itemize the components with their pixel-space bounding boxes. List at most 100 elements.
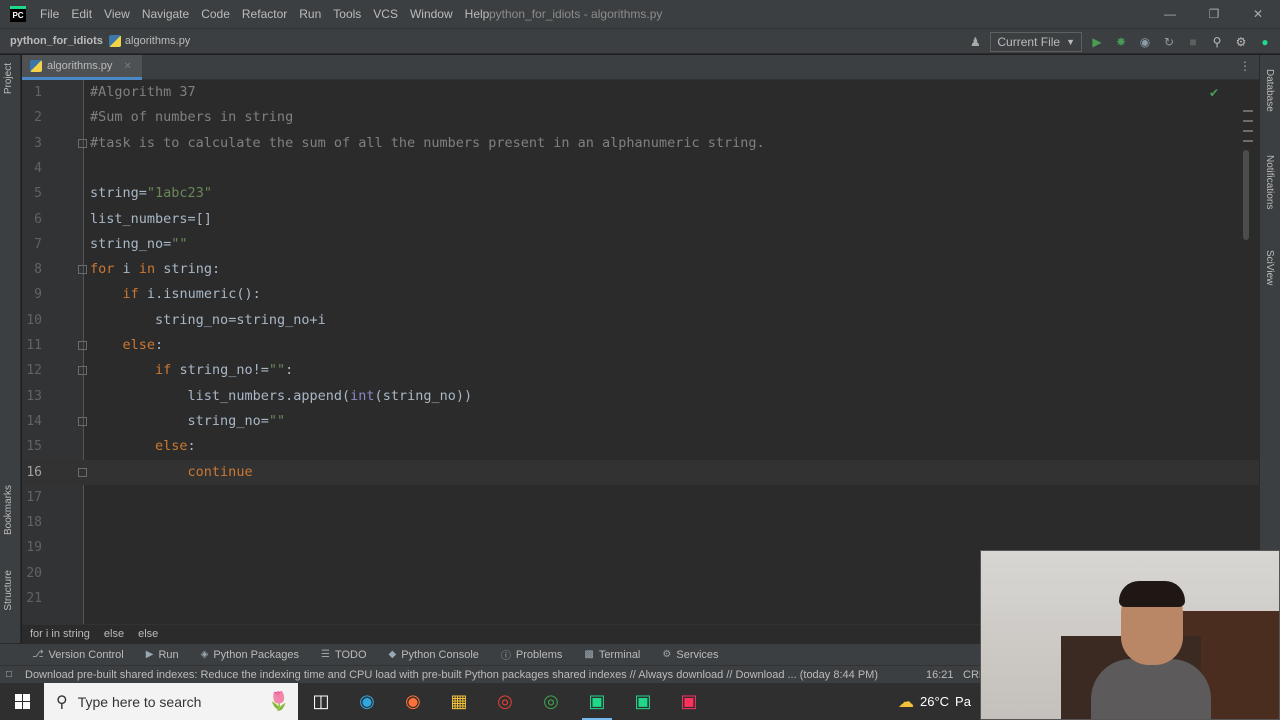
todo-button[interactable]: ☰ TODO: [309, 649, 377, 661]
code-editor[interactable]: 1 #Algorithm 37 2 #Sum of numbers in string…: [22, 80, 1259, 624]
run-config-label: Current File: [997, 34, 1061, 49]
breadcrumb-item[interactable]: for i in string: [30, 628, 90, 640]
menu-tools[interactable]: Tools: [327, 0, 367, 28]
notifications-tool-button[interactable]: Notifications: [1264, 155, 1275, 209]
scroll-marker: [1243, 110, 1253, 112]
file-explorer-icon[interactable]: ▦: [436, 683, 482, 720]
app-taskbar-icon[interactable]: ▣: [666, 683, 712, 720]
version-control-button[interactable]: ⎇ Version Control: [0, 649, 134, 661]
breadcrumb-item[interactable]: else: [104, 628, 124, 640]
structure-tool-button[interactable]: Structure: [3, 570, 14, 611]
weather-icon[interactable]: ☁: [898, 692, 914, 712]
clion-taskbar-icon[interactable]: ▣: [620, 683, 666, 720]
status-message[interactable]: Download pre-built shared indexes: Reduc…: [0, 669, 890, 681]
code-line[interactable]: 3 #task is to calculate the sum of all th…: [22, 131, 1259, 156]
firefox-icon[interactable]: ◉: [390, 683, 436, 720]
menu-window[interactable]: Window: [404, 0, 459, 28]
caret-position[interactable]: 16:21: [926, 669, 954, 681]
code-line[interactable]: 15 else:: [22, 434, 1259, 459]
run-icon[interactable]: ▶: [1088, 33, 1106, 51]
fold-marker-icon[interactable]: [78, 366, 87, 376]
code-line[interactable]: 2 #Sum of numbers in string: [22, 105, 1259, 130]
code-text: if i.isnumeric():: [122, 286, 261, 303]
fold-marker-icon[interactable]: [78, 467, 87, 477]
bookmarks-tool-button[interactable]: Bookmarks: [3, 485, 14, 535]
menu-view[interactable]: View: [98, 0, 136, 28]
code-line[interactable]: 12 if string_no!="":: [22, 358, 1259, 383]
minimize-icon[interactable]: —: [1148, 0, 1192, 28]
code-line[interactable]: 16 continue: [22, 459, 1259, 485]
project-crumb[interactable]: python_for_idiots: [0, 35, 109, 47]
run-tool-button[interactable]: ▶ Run: [134, 649, 189, 661]
taskbar-search[interactable]: ⚲ Type here to search 🌷: [44, 683, 298, 720]
weather-temp[interactable]: 26°C: [920, 694, 949, 709]
code-line[interactable]: 13 list_numbers.append(int(string_no)): [22, 384, 1259, 409]
pycharm-taskbar-icon[interactable]: ▣: [574, 683, 620, 720]
pycharm-logo-icon: PC: [10, 6, 26, 22]
start-button[interactable]: [0, 683, 44, 720]
code-line[interactable]: 11 else:: [22, 333, 1259, 358]
status-toggle-icon[interactable]: □: [6, 669, 12, 680]
more-vertical-icon[interactable]: ⋮: [1239, 59, 1251, 73]
inspection-ok-icon[interactable]: ✔: [1209, 86, 1219, 100]
breadcrumb-item[interactable]: else: [138, 628, 158, 640]
code-line[interactable]: 6 list_numbers=[]: [22, 207, 1259, 232]
close-tab-icon[interactable]: ✕: [123, 61, 131, 72]
jetbrains-icon[interactable]: ●: [1256, 33, 1274, 51]
fold-marker-icon[interactable]: [78, 265, 87, 275]
edge-icon[interactable]: ◉: [344, 683, 390, 720]
line-number: 1: [34, 85, 42, 100]
project-tool-button[interactable]: Project: [3, 63, 14, 94]
python-console-button[interactable]: ◆ Python Console: [377, 649, 489, 661]
menu-navigate[interactable]: Navigate: [136, 0, 195, 28]
problems-button[interactable]: ⓘ Problems: [489, 647, 572, 663]
menu-code[interactable]: Code: [195, 0, 236, 28]
code-text: string_no="": [90, 235, 188, 252]
stop-icon[interactable]: ■: [1184, 33, 1202, 51]
scroll-marker: [1243, 140, 1253, 142]
tab-algorithms-py[interactable]: algorithms.py ✕: [22, 55, 142, 80]
code-line[interactable]: 17: [22, 485, 1259, 510]
fold-marker-icon[interactable]: [78, 416, 87, 426]
code-line[interactable]: 4: [22, 156, 1259, 181]
line-number: 4: [34, 160, 42, 176]
code-line[interactable]: 18: [22, 510, 1259, 535]
code-line[interactable]: 7 string_no="": [22, 232, 1259, 257]
fold-marker-icon[interactable]: [78, 341, 87, 350]
code-line[interactable]: 1 #Algorithm 37: [22, 80, 1259, 105]
profile-icon[interactable]: ↻: [1160, 33, 1178, 51]
menu-vcs[interactable]: VCS: [367, 0, 404, 28]
debug-icon[interactable]: ✸: [1112, 33, 1130, 51]
menu-file[interactable]: File: [34, 0, 65, 28]
search-icon[interactable]: ⚲: [1208, 33, 1226, 51]
terminal-button[interactable]: ▩ Terminal: [572, 649, 650, 661]
coverage-icon[interactable]: ◉: [1136, 33, 1154, 51]
task-view-icon[interactable]: ◫: [298, 683, 344, 720]
problems-icon: ⓘ: [500, 651, 511, 662]
editor-scrollbar[interactable]: [1243, 150, 1249, 240]
python-packages-button[interactable]: ◈ Python Packages: [189, 649, 309, 661]
sciview-tool-button[interactable]: SciView: [1264, 250, 1275, 285]
user-icon[interactable]: ♟: [966, 33, 984, 51]
menu-edit[interactable]: Edit: [65, 0, 98, 28]
settings-icon[interactable]: ⚙: [1232, 33, 1250, 51]
menu-refactor[interactable]: Refactor: [236, 0, 293, 28]
code-line[interactable]: 5 string="1abc23": [22, 181, 1259, 206]
line-number: 17: [26, 489, 42, 505]
fold-marker-icon[interactable]: [78, 138, 87, 148]
database-tool-button[interactable]: Database: [1264, 69, 1275, 112]
services-button[interactable]: ⚙ Services: [650, 649, 728, 661]
menu-run[interactable]: Run: [293, 0, 327, 28]
chrome-icon[interactable]: ◎: [482, 683, 528, 720]
restore-icon[interactable]: ❐: [1192, 0, 1236, 28]
python-file-icon: [30, 60, 42, 72]
chrome-profile-icon[interactable]: ◎: [528, 683, 574, 720]
code-line[interactable]: 10 string_no=string_no+i: [22, 308, 1259, 333]
search-highlight-icon: 🌷: [267, 691, 290, 711]
code-line[interactable]: 14 string_no="": [22, 409, 1259, 434]
close-icon[interactable]: ✕: [1236, 0, 1280, 28]
run-config-dropdown[interactable]: Current File ▼: [990, 31, 1082, 52]
code-line[interactable]: 9 if i.isnumeric():: [22, 282, 1259, 307]
file-crumb[interactable]: algorithms.py: [108, 35, 190, 47]
code-line[interactable]: 8 for i in string:: [22, 257, 1259, 282]
